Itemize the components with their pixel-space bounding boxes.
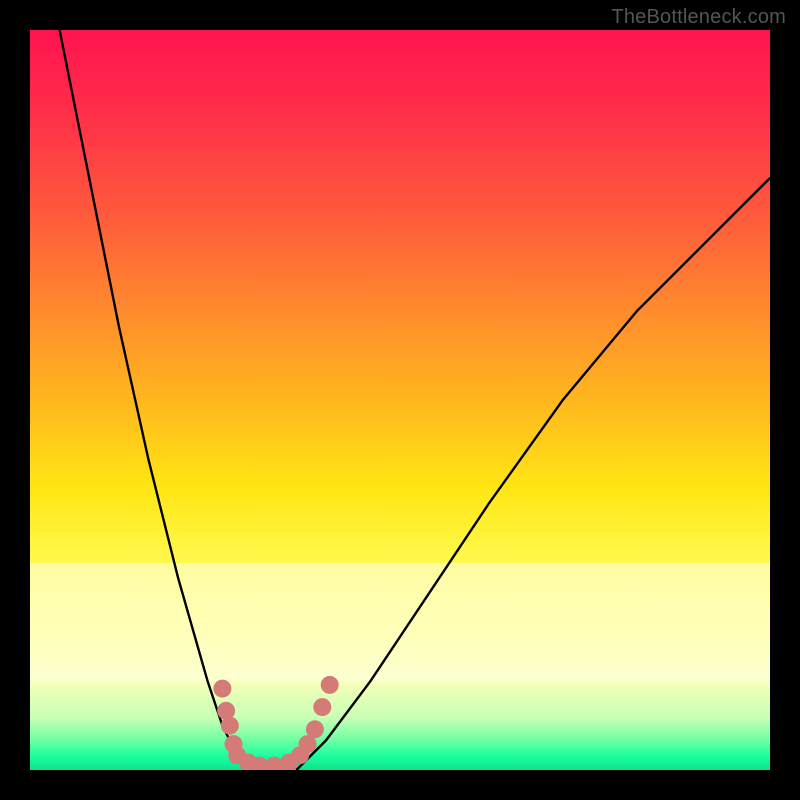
marker-dot bbox=[313, 698, 331, 716]
marker-dot bbox=[321, 676, 339, 694]
chart-frame: TheBottleneck.com bbox=[0, 0, 800, 800]
markers-cluster bbox=[213, 676, 338, 770]
curve-layer bbox=[30, 30, 770, 770]
curve-left bbox=[60, 30, 252, 770]
plot-area bbox=[30, 30, 770, 770]
marker-dot bbox=[213, 680, 231, 698]
marker-dot bbox=[306, 720, 324, 738]
curve-right bbox=[296, 178, 770, 770]
marker-dot bbox=[221, 717, 239, 735]
attribution-text: TheBottleneck.com bbox=[611, 6, 786, 29]
